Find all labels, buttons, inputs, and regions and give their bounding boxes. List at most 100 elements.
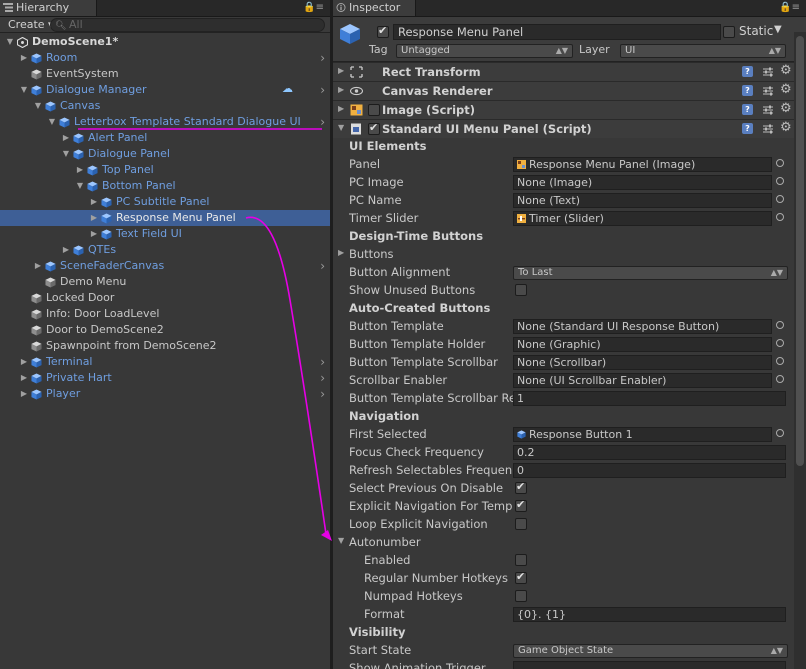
property-object[interactable]: Scrollbar Enabler None (UI Scrollbar Enab… (333, 371, 806, 389)
dropdown-field[interactable]: Game Object State ▲▼ (513, 644, 788, 658)
component-enabled-checkbox[interactable] (368, 121, 380, 135)
hierarchy-row[interactable]: ▶ PC Subtitle Panel (0, 194, 330, 210)
object-field[interactable]: Timer (Slider) (513, 211, 772, 226)
hierarchy-row[interactable]: ▼ Letterbox Template Standard Dialogue UI… (0, 114, 330, 130)
object-field[interactable]: None (Text) (513, 193, 772, 208)
object-picker-icon[interactable] (776, 321, 784, 329)
object-picker-icon[interactable] (776, 429, 784, 437)
property-object[interactable]: Button Template None (Standard UI Respons… (333, 317, 806, 335)
property-toggle[interactable]: Regular Number Hotkeys (333, 569, 806, 587)
text-field[interactable]: 1 (513, 391, 786, 406)
object-picker-icon[interactable] (776, 339, 784, 347)
expanded-arrow-icon[interactable]: ▼ (75, 178, 85, 194)
property-object[interactable]: First Selected Response Button 1 (333, 425, 806, 443)
hierarchy-row[interactable]: Demo Menu (0, 274, 330, 290)
text-field[interactable]: 0 (513, 463, 786, 478)
hierarchy-row[interactable]: EventSystem (0, 66, 330, 82)
chevron-right-icon[interactable]: › (320, 82, 325, 98)
object-field[interactable]: None (Graphic) (513, 337, 772, 352)
toggle-checkbox[interactable] (515, 480, 527, 494)
collapsed-arrow-icon[interactable]: ▶ (61, 130, 71, 146)
inspector-scrollbar[interactable] (794, 32, 806, 669)
chevron-right-icon[interactable]: › (320, 50, 325, 66)
hierarchy-row[interactable]: ▼ Canvas (0, 98, 330, 114)
object-picker-icon[interactable] (776, 177, 784, 185)
scrollbar-thumb[interactable] (796, 36, 804, 466)
collapsed-arrow-icon[interactable]: ▶ (338, 66, 344, 75)
collapsed-arrow-icon[interactable]: ▶ (338, 248, 344, 257)
static-dropdown-icon[interactable]: ▼ (774, 24, 782, 35)
gear-icon[interactable]: ⚙ (780, 120, 792, 135)
property-object[interactable]: Panel Response Menu Panel (Image) (333, 155, 806, 173)
property-object[interactable]: Button Template Scrollbar None (Scrollbar… (333, 353, 806, 371)
property-toggle[interactable]: Loop Explicit Navigation (333, 515, 806, 533)
property-foldout[interactable]: Buttons ▶ (333, 245, 806, 263)
hierarchy-row[interactable]: ▶ Response Menu Panel (0, 210, 330, 226)
property-toggle[interactable]: Select Previous On Disable (333, 479, 806, 497)
property-text[interactable]: Refresh Selectables Frequen 0 (333, 461, 806, 479)
hierarchy-row[interactable]: ▶ Text Field UI (0, 226, 330, 242)
component-enabled-checkbox[interactable] (368, 104, 380, 116)
property-text[interactable]: Show Animation Trigger (333, 659, 806, 669)
toggle-checkbox[interactable] (515, 590, 527, 602)
hierarchy-search-input[interactable]: 🔍︎ All (50, 18, 325, 32)
chevron-right-icon[interactable]: › (320, 386, 325, 402)
property-object[interactable]: Button Template Holder None (Graphic) (333, 335, 806, 353)
hierarchy-row[interactable]: ▼ Bottom Panel (0, 178, 330, 194)
chevron-right-icon[interactable]: › (320, 258, 325, 274)
help-icon[interactable]: ? (742, 85, 753, 96)
hierarchy-row[interactable]: ▶ QTEs (0, 242, 330, 258)
collapsed-arrow-icon[interactable]: ▶ (61, 242, 71, 258)
tab-lock-menu-icon[interactable]: 🔒≡ (303, 2, 324, 14)
presets-icon[interactable] (762, 123, 774, 135)
collapsed-arrow-icon[interactable]: ▶ (89, 194, 99, 210)
expanded-arrow-icon[interactable]: ▼ (47, 114, 57, 130)
collapsed-arrow-icon[interactable]: ▶ (89, 226, 99, 242)
help-icon[interactable]: ? (742, 66, 753, 77)
presets-icon[interactable] (762, 104, 774, 116)
hierarchy-row[interactable]: ▼ DemoScene1* (0, 34, 330, 50)
property-toggle[interactable]: Explicit Navigation For Temp (333, 497, 806, 515)
hierarchy-row[interactable]: ▶ Room › (0, 50, 330, 66)
static-checkbox[interactable] (723, 26, 735, 38)
chevron-right-icon[interactable]: › (320, 354, 325, 370)
property-text[interactable]: Focus Check Frequency 0.2 (333, 443, 806, 461)
help-icon[interactable]: ? (742, 104, 753, 115)
property-toggle[interactable]: Enabled (333, 551, 806, 569)
object-picker-icon[interactable] (776, 195, 784, 203)
component-header[interactable]: ▶ Image (Script)? ⚙ (333, 100, 806, 119)
tag-dropdown[interactable]: Untagged ▲▼ (396, 44, 573, 58)
component-header[interactable]: ▼Standard UI Menu Panel (Script)?⚙ (333, 119, 806, 138)
toggle-checkbox[interactable] (515, 498, 527, 512)
hierarchy-row[interactable]: ▼ Dialogue Manager ☁ › (0, 82, 330, 98)
collapsed-arrow-icon[interactable]: ▶ (33, 258, 43, 274)
hierarchy-row[interactable]: ▶ Terminal › (0, 354, 330, 370)
property-object[interactable]: Timer Slider Timer (Slider) (333, 209, 806, 227)
hierarchy-row[interactable]: ▶ Alert Panel (0, 130, 330, 146)
property-object[interactable]: PC Name None (Text) (333, 191, 806, 209)
property-toggle[interactable]: Show Unused Buttons (333, 281, 806, 299)
property-foldout-open[interactable]: Autonumber ▼ (333, 533, 806, 551)
object-field[interactable]: None (Scrollbar) (513, 355, 772, 370)
dropdown-field[interactable]: To Last ▲▼ (513, 266, 788, 280)
property-dropdown[interactable]: Button Alignment To Last ▲▼ (333, 263, 806, 281)
object-field[interactable]: None (Image) (513, 175, 772, 190)
toggle-checkbox[interactable] (515, 284, 527, 296)
property-toggle[interactable]: Numpad Hotkeys (333, 587, 806, 605)
toggle-checkbox[interactable] (515, 554, 527, 566)
component-header[interactable]: ▶ Canvas Renderer? ⚙ (333, 81, 806, 100)
expanded-arrow-icon[interactable]: ▼ (33, 98, 43, 114)
expanded-arrow-icon[interactable]: ▼ (19, 82, 29, 98)
property-object[interactable]: PC Image None (Image) (333, 173, 806, 191)
component-header[interactable]: ▶ Rect Transform? ⚙ (333, 62, 806, 81)
gear-icon[interactable]: ⚙ (780, 63, 792, 78)
active-checkbox[interactable] (377, 24, 389, 38)
text-field[interactable]: 0.2 (513, 445, 786, 460)
gear-icon[interactable]: ⚙ (780, 101, 792, 116)
hierarchy-row[interactable]: ▶ Player › (0, 386, 330, 402)
expanded-arrow-icon[interactable]: ▼ (338, 123, 344, 132)
hierarchy-row[interactable]: ▶ SceneFaderCanvas › (0, 258, 330, 274)
hierarchy-row[interactable]: Spawnpoint from DemoScene2 (0, 338, 330, 354)
hierarchy-row[interactable]: ▼ Dialogue Panel (0, 146, 330, 162)
text-field[interactable] (513, 661, 786, 669)
